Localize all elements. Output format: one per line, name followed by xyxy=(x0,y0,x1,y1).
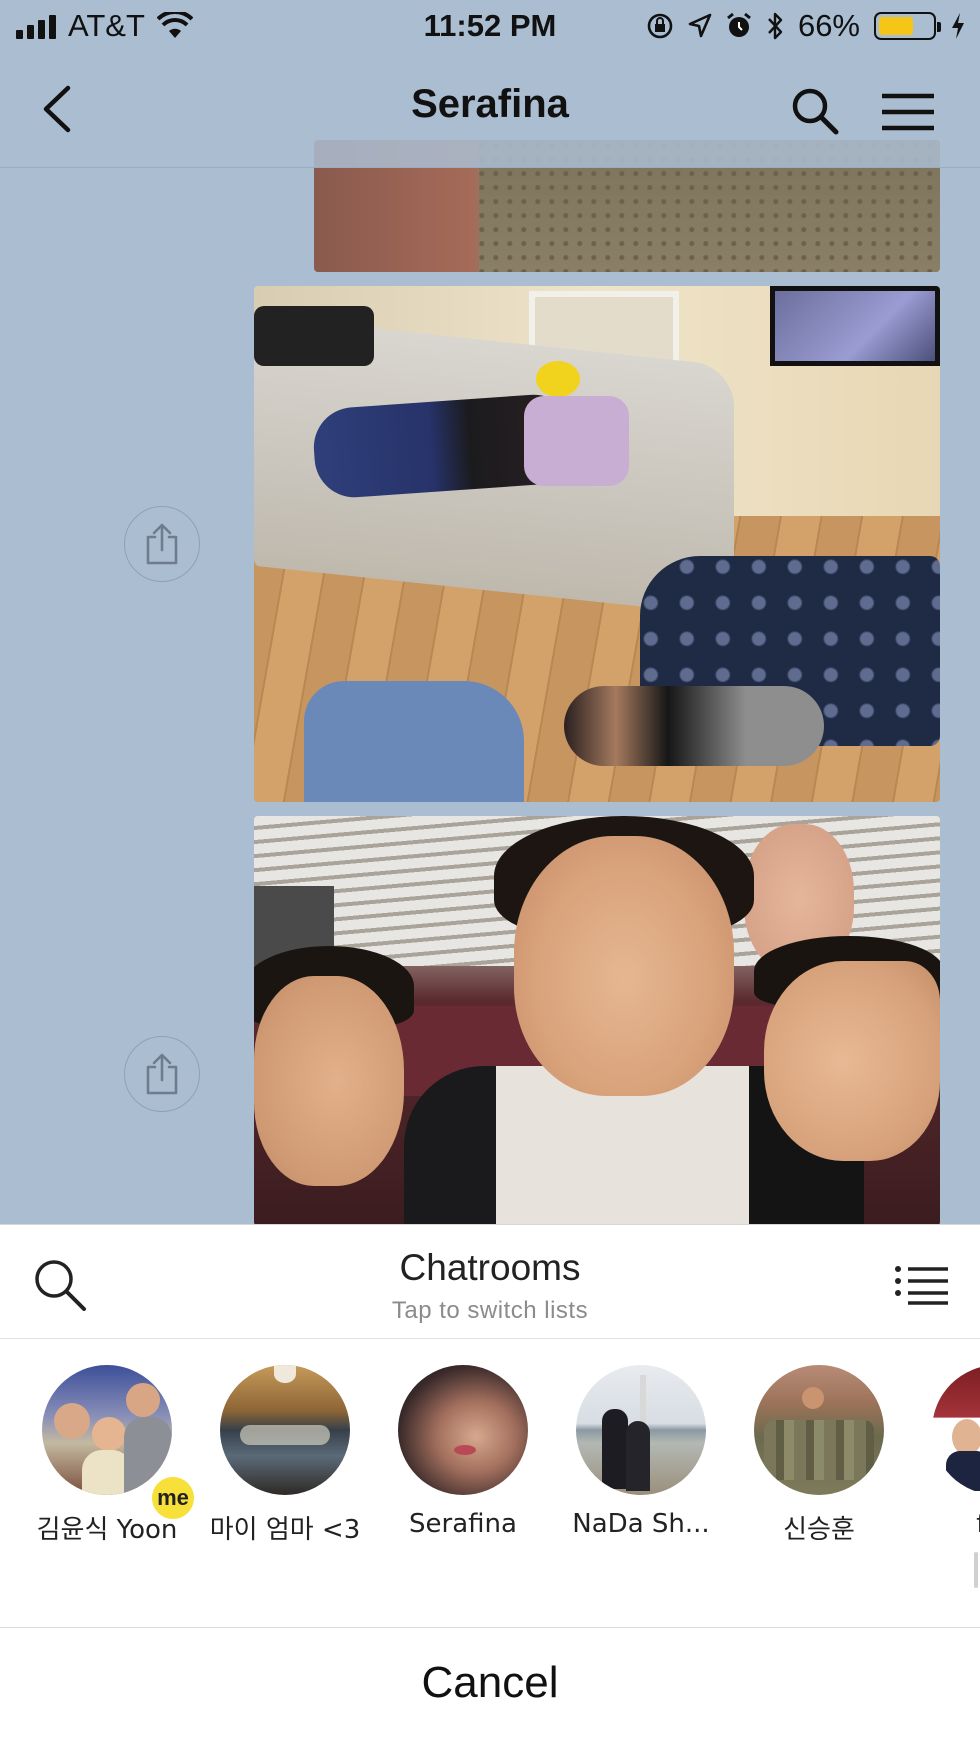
cancel-bar: Cancel xyxy=(0,1627,980,1740)
share-button[interactable] xyxy=(124,1036,200,1112)
bluetooth-icon xyxy=(768,12,783,40)
avatar xyxy=(220,1365,350,1495)
alarm-icon xyxy=(727,12,751,37)
chatroom-list: me 김윤식 Yoon 마이 엄마 <3 Serafina NaDa Sh...… xyxy=(0,1341,980,1601)
photo-tv xyxy=(770,286,940,366)
chatroom-item[interactable]: NaDa Sh... xyxy=(552,1365,730,1539)
location-icon xyxy=(688,13,712,38)
cancel-button[interactable]: Cancel xyxy=(0,1658,980,1708)
orientation-lock-icon xyxy=(647,13,673,39)
battery-icon xyxy=(874,12,941,40)
sheet-header[interactable]: Chatrooms Tap to switch lists xyxy=(0,1225,980,1339)
avatar xyxy=(754,1365,884,1495)
avatar xyxy=(932,1365,980,1495)
photo-pillow xyxy=(254,306,374,366)
status-bar: AT&T 11:52 PM 66% xyxy=(0,0,980,56)
avatar xyxy=(42,1365,172,1495)
chat-photo-selfie[interactable] xyxy=(254,816,940,1226)
photo-face-right xyxy=(764,961,940,1161)
sheet-title: Chatrooms xyxy=(399,1247,581,1288)
nav-bar: AT&T 11:52 PM 66% Serafina xyxy=(0,0,980,168)
me-badge: me xyxy=(150,1475,196,1521)
hamburger-menu-icon[interactable] xyxy=(880,92,936,132)
photo-purple-pillow xyxy=(524,396,629,486)
battery-fill xyxy=(879,17,914,35)
charging-icon xyxy=(952,13,964,39)
chatroom-item[interactable]: me 김윤식 Yoon xyxy=(18,1365,196,1546)
photo-plush xyxy=(536,361,580,397)
battery-percent: 66% xyxy=(797,8,860,43)
share-icon xyxy=(146,1053,178,1095)
chatroom-item[interactable]: Serafina xyxy=(374,1365,552,1539)
photo-face-center xyxy=(514,836,734,1096)
chatroom-label: 신승훈 xyxy=(783,1515,855,1545)
search-icon[interactable] xyxy=(790,86,840,136)
avatar xyxy=(576,1365,706,1495)
status-right: 66% xyxy=(646,8,966,44)
photo-blue-blanket xyxy=(304,681,524,802)
chat-screen: AT&T 11:52 PM 66% Serafina Chatrooms Tap… xyxy=(0,0,980,1740)
photo-boy xyxy=(564,686,824,766)
chatroom-label: NaDa Sh... xyxy=(572,1509,710,1539)
photo-face-left xyxy=(254,976,404,1186)
chat-photo-bedroom[interactable] xyxy=(254,286,940,802)
share-sheet: Chatrooms Tap to switch lists me 김윤식 Yoo… xyxy=(0,1224,980,1740)
chatroom-label: 마이 엄마 <3 xyxy=(209,1515,361,1545)
chatroom-item[interactable]: 신승훈 xyxy=(730,1365,908,1546)
avatar xyxy=(398,1365,528,1495)
chatroom-label: Serafina xyxy=(409,1509,517,1539)
sheet-subtitle: Tap to switch lists xyxy=(391,1297,589,1324)
share-icon xyxy=(146,523,178,565)
chatroom-label: fan xyxy=(908,1509,980,1539)
chatroom-item[interactable]: fan xyxy=(908,1365,980,1539)
scroll-indicator xyxy=(974,1552,978,1588)
list-icon[interactable] xyxy=(894,1265,950,1305)
chatroom-item[interactable]: 마이 엄마 <3 xyxy=(196,1365,374,1546)
share-button[interactable] xyxy=(124,506,200,582)
